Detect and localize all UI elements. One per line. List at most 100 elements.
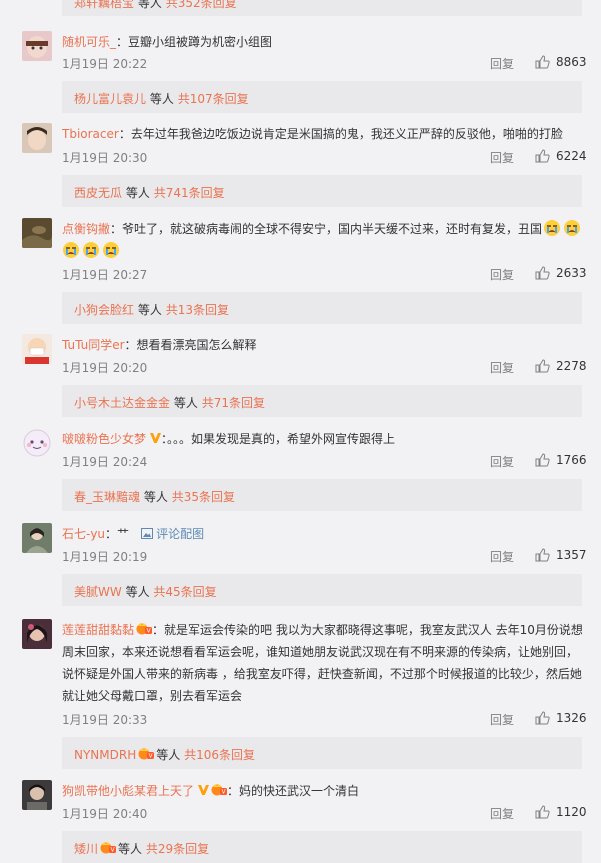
comment-meta: 1月19日 20:40 回复 1120 bbox=[62, 803, 587, 823]
reply-summary: 春_玉琳黯魂 等人 共35条回复 bbox=[74, 488, 235, 505]
member-crown-icon: V bbox=[138, 747, 155, 760]
reply-count-link[interactable]: 共352条回复 bbox=[166, 0, 237, 10]
avatar[interactable] bbox=[22, 428, 52, 458]
comment-meta: 1月19日 20:33 回复 1326 bbox=[62, 709, 587, 729]
reply-summary: 小狗会脸红 等人 共13条回复 bbox=[74, 301, 229, 318]
reply-summary: 西皮无瓜 等人 共741条回复 bbox=[74, 184, 225, 201]
avatar[interactable] bbox=[22, 619, 52, 649]
reply-count-link[interactable]: 共106条回复 bbox=[184, 748, 255, 762]
reply-button[interactable]: 回复 bbox=[490, 548, 514, 565]
like-count: 1120 bbox=[556, 805, 587, 819]
comment-text: 莲莲甜甜黏黏 V ：就是军运会传染的吧 我以为大家都晓得这事呢，我室友武汉人 去年1… bbox=[62, 619, 587, 707]
comment-user-link[interactable]: 狗凯带他小彪某君上天了 bbox=[62, 784, 194, 798]
comment-meta: 1月19日 20:19 回复 1357 bbox=[62, 546, 587, 566]
member-crown-icon: V bbox=[211, 781, 228, 796]
comment-image-link[interactable]: 评论配图 bbox=[141, 527, 204, 541]
comment-user-link[interactable]: 啵啵粉色少女梦 bbox=[62, 432, 146, 446]
reply-user-link[interactable]: 小号木土达金金金 bbox=[74, 396, 170, 410]
comment-text: 点衡钩撇：爷吐了，就这破病毒闹的全球不得安宁，国内半天缓不过来，还时有复发，丑国 bbox=[62, 218, 587, 262]
reply-summary: 杨儿富儿袁儿 等人 共107条回复 bbox=[74, 90, 249, 107]
like-count: 1766 bbox=[556, 453, 587, 467]
avatar[interactable] bbox=[22, 523, 52, 553]
reply-summary-middle: 等人 bbox=[125, 186, 150, 200]
like-count: 1326 bbox=[556, 711, 587, 725]
reply-summary-box[interactable]: 郑轩藕梧宝 等人 共352条回复 bbox=[62, 0, 582, 16]
comment-meta: 1月19日 20:20 回复 2278 bbox=[62, 357, 587, 377]
reply-summary-box[interactable]: 春_玉琳黯魂 等人 共35条回复 bbox=[62, 479, 582, 511]
avatar[interactable] bbox=[22, 31, 52, 61]
reply-button[interactable]: 回复 bbox=[490, 55, 514, 72]
reply-summary-box[interactable]: 小狗会脸红 等人 共13条回复 bbox=[62, 292, 582, 324]
reply-user-link[interactable]: 郑轩藕梧宝 bbox=[74, 0, 134, 10]
reply-button[interactable]: 回复 bbox=[490, 805, 514, 822]
comment-feed: 郑轩藕梧宝 等人 共352条回复 随机可乐_：豆瓣小组被蹲为机密小组图 1月19… bbox=[0, 0, 601, 863]
avatar[interactable] bbox=[22, 123, 52, 153]
reply-summary-middle: 等人 bbox=[137, 0, 162, 10]
thumbs-up-icon bbox=[535, 453, 550, 467]
reply-summary-box[interactable]: 杨儿富儿袁儿 等人 共107条回复 bbox=[62, 81, 582, 113]
comment-meta: 1月19日 20:22 回复 8863 bbox=[62, 53, 587, 73]
comment-user-link[interactable]: Tbioracer bbox=[62, 127, 119, 141]
reply-count-link[interactable]: 共45条回复 bbox=[153, 585, 216, 599]
reply-user-link[interactable]: 矮川 bbox=[74, 842, 98, 856]
reply-count-link[interactable]: 共13条回复 bbox=[166, 303, 229, 317]
reply-summary-middle: 等人 bbox=[125, 585, 150, 599]
crying-emoji-icon bbox=[102, 241, 120, 259]
image-icon bbox=[141, 528, 154, 539]
comment-user-link[interactable]: 石七-yu bbox=[62, 527, 105, 541]
crying-emoji-icon bbox=[62, 241, 80, 259]
reply-summary-middle: 等人 bbox=[137, 303, 162, 317]
reply-button[interactable]: 回复 bbox=[490, 359, 514, 376]
reply-user-link[interactable]: NYNMDRH bbox=[74, 748, 136, 762]
reply-summary-box[interactable]: 西皮无瓜 等人 共741条回复 bbox=[62, 175, 582, 207]
reply-count-link[interactable]: 共107条回复 bbox=[178, 92, 249, 106]
comment-user-link[interactable]: 随机可乐_ bbox=[62, 35, 116, 49]
thumbs-up-icon bbox=[535, 805, 550, 819]
comment-time: 1月19日 20:22 bbox=[62, 57, 148, 71]
reply-button[interactable]: 回复 bbox=[490, 453, 514, 470]
reply-summary-box[interactable]: 矮川 V 等人 共29条回复 bbox=[62, 831, 582, 863]
reply-count-link[interactable]: 共29条回复 bbox=[146, 842, 209, 856]
comment-time: 1月19日 20:19 bbox=[62, 550, 148, 564]
thumbs-up-icon bbox=[535, 149, 550, 163]
thumbs-up-icon bbox=[535, 359, 550, 373]
reply-summary-box[interactable]: 小号木土达金金金 等人 共71条回复 bbox=[62, 385, 582, 417]
member-crown-icon: V bbox=[136, 620, 153, 635]
reply-summary-box[interactable]: NYNMDRH V 等人 共106条回复 bbox=[62, 737, 582, 769]
verified-v-icon bbox=[197, 781, 210, 795]
avatar[interactable] bbox=[22, 334, 52, 364]
comment-content: ：豆瓣小组被蹲为机密小组图 bbox=[116, 35, 273, 49]
like-count: 8863 bbox=[556, 55, 587, 69]
comment-content: 就让她父母戴口罩，别去看军运会 bbox=[62, 689, 243, 703]
reply-button[interactable]: 回复 bbox=[490, 711, 514, 728]
reply-user-link[interactable]: 西皮无瓜 bbox=[74, 186, 122, 200]
comment-content: ：想看看漂亮国怎么解释 bbox=[124, 338, 257, 352]
reply-button[interactable]: 回复 bbox=[490, 149, 514, 166]
reply-count-link[interactable]: 共71条回复 bbox=[202, 396, 265, 410]
comment-user-link[interactable]: 莲莲甜甜黏黏 bbox=[62, 623, 134, 637]
reply-user-link[interactable]: 春_玉琳黯魂 bbox=[74, 490, 140, 504]
thumbs-up-icon bbox=[535, 266, 550, 280]
comment-meta: 1月19日 20:27 回复 2633 bbox=[62, 264, 587, 284]
comment-user-link[interactable]: 点衡钩撇 bbox=[62, 222, 110, 236]
comment-content: 说怀疑是外国人带来的新病毒 ，给我室友吓得，赶快查新闻，不过那个时候报道的比较少… bbox=[62, 667, 582, 681]
thumbs-up-icon bbox=[535, 55, 550, 69]
comment-time: 1月19日 20:40 bbox=[62, 807, 148, 821]
avatar[interactable] bbox=[22, 218, 52, 248]
reply-summary-box[interactable]: 美腻WW 等人 共45条回复 bbox=[62, 574, 582, 606]
reply-user-link[interactable]: 杨儿富儿袁儿 bbox=[74, 92, 146, 106]
avatar[interactable] bbox=[22, 780, 52, 810]
reply-count-link[interactable]: 共35条回复 bbox=[172, 490, 235, 504]
comment-text: 石七-yu：艹 评论配图 bbox=[62, 523, 587, 545]
comment-user-link[interactable]: TuTu同学er bbox=[62, 338, 125, 352]
reply-user-link[interactable]: 小狗会脸红 bbox=[74, 303, 134, 317]
comment-text: 狗凯带他小彪某君上天了 V ：妈的快还武汉一个清白 bbox=[62, 780, 587, 802]
like-count: 2633 bbox=[556, 266, 587, 280]
comment-time: 1月19日 20:24 bbox=[62, 455, 148, 469]
comment-content: ：去年过年我爸边吃饭边说肯定是米国搞的鬼，我还义正严辞的反驳他，啪啪的打脸 bbox=[118, 127, 563, 141]
reply-user-link[interactable]: 美腻WW bbox=[74, 585, 122, 599]
reply-button[interactable]: 回复 bbox=[490, 266, 514, 283]
reply-count-link[interactable]: 共741条回复 bbox=[154, 186, 225, 200]
reply-summary: NYNMDRH V 等人 共106条回复 bbox=[74, 746, 255, 763]
comment-content: ：妈的快还武汉一个清白 bbox=[227, 784, 360, 798]
